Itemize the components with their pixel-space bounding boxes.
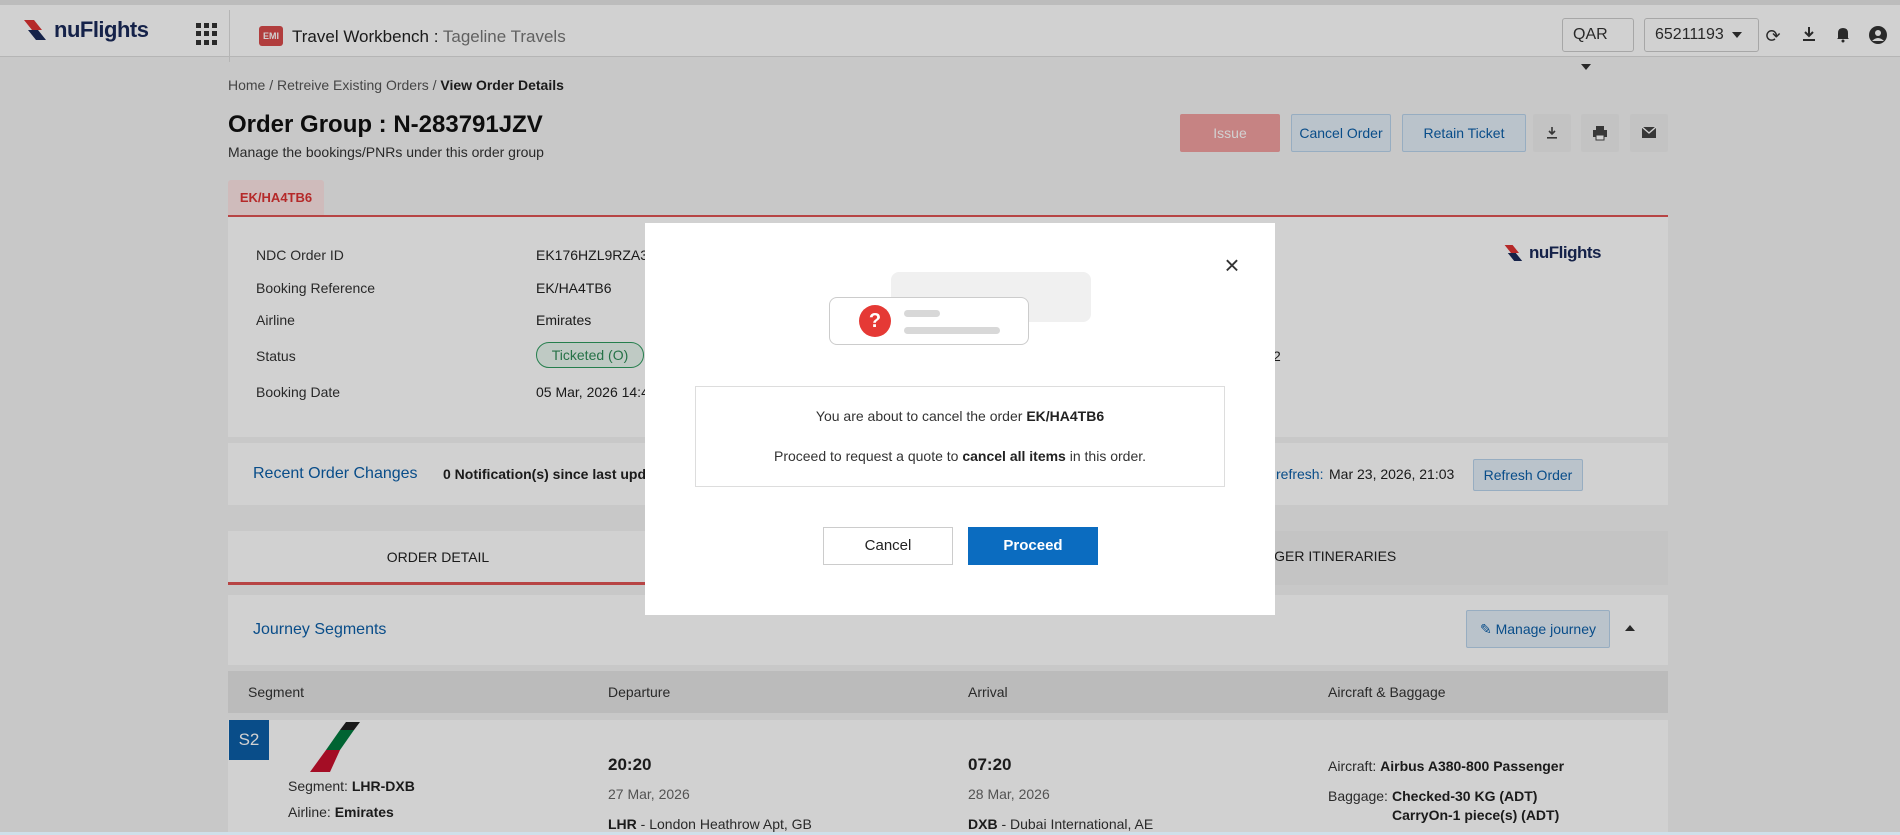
dialog-message-line-2: Proceed to request a quote to cancel all… [695,448,1225,464]
dialog-proceed-button[interactable]: Proceed [968,527,1098,565]
msg1-order: EK/HA4TB6 [1026,408,1105,424]
close-icon[interactable]: × [1220,252,1244,278]
msg2-suffix: in this order. [1065,448,1147,464]
dialog-message-box [695,386,1225,487]
illustration-line [904,310,940,317]
msg2-bold: cancel all items [962,448,1066,464]
msg2-prefix: Proceed to request a quote to [773,448,963,464]
dialog-cancel-button[interactable]: Cancel [823,527,953,565]
msg1-prefix: You are about to cancel the order [815,408,1027,424]
question-icon: ? [859,305,891,337]
illustration-line [904,327,1000,334]
dialog-message-line-1: You are about to cancel the order EK/HA4… [695,408,1225,424]
